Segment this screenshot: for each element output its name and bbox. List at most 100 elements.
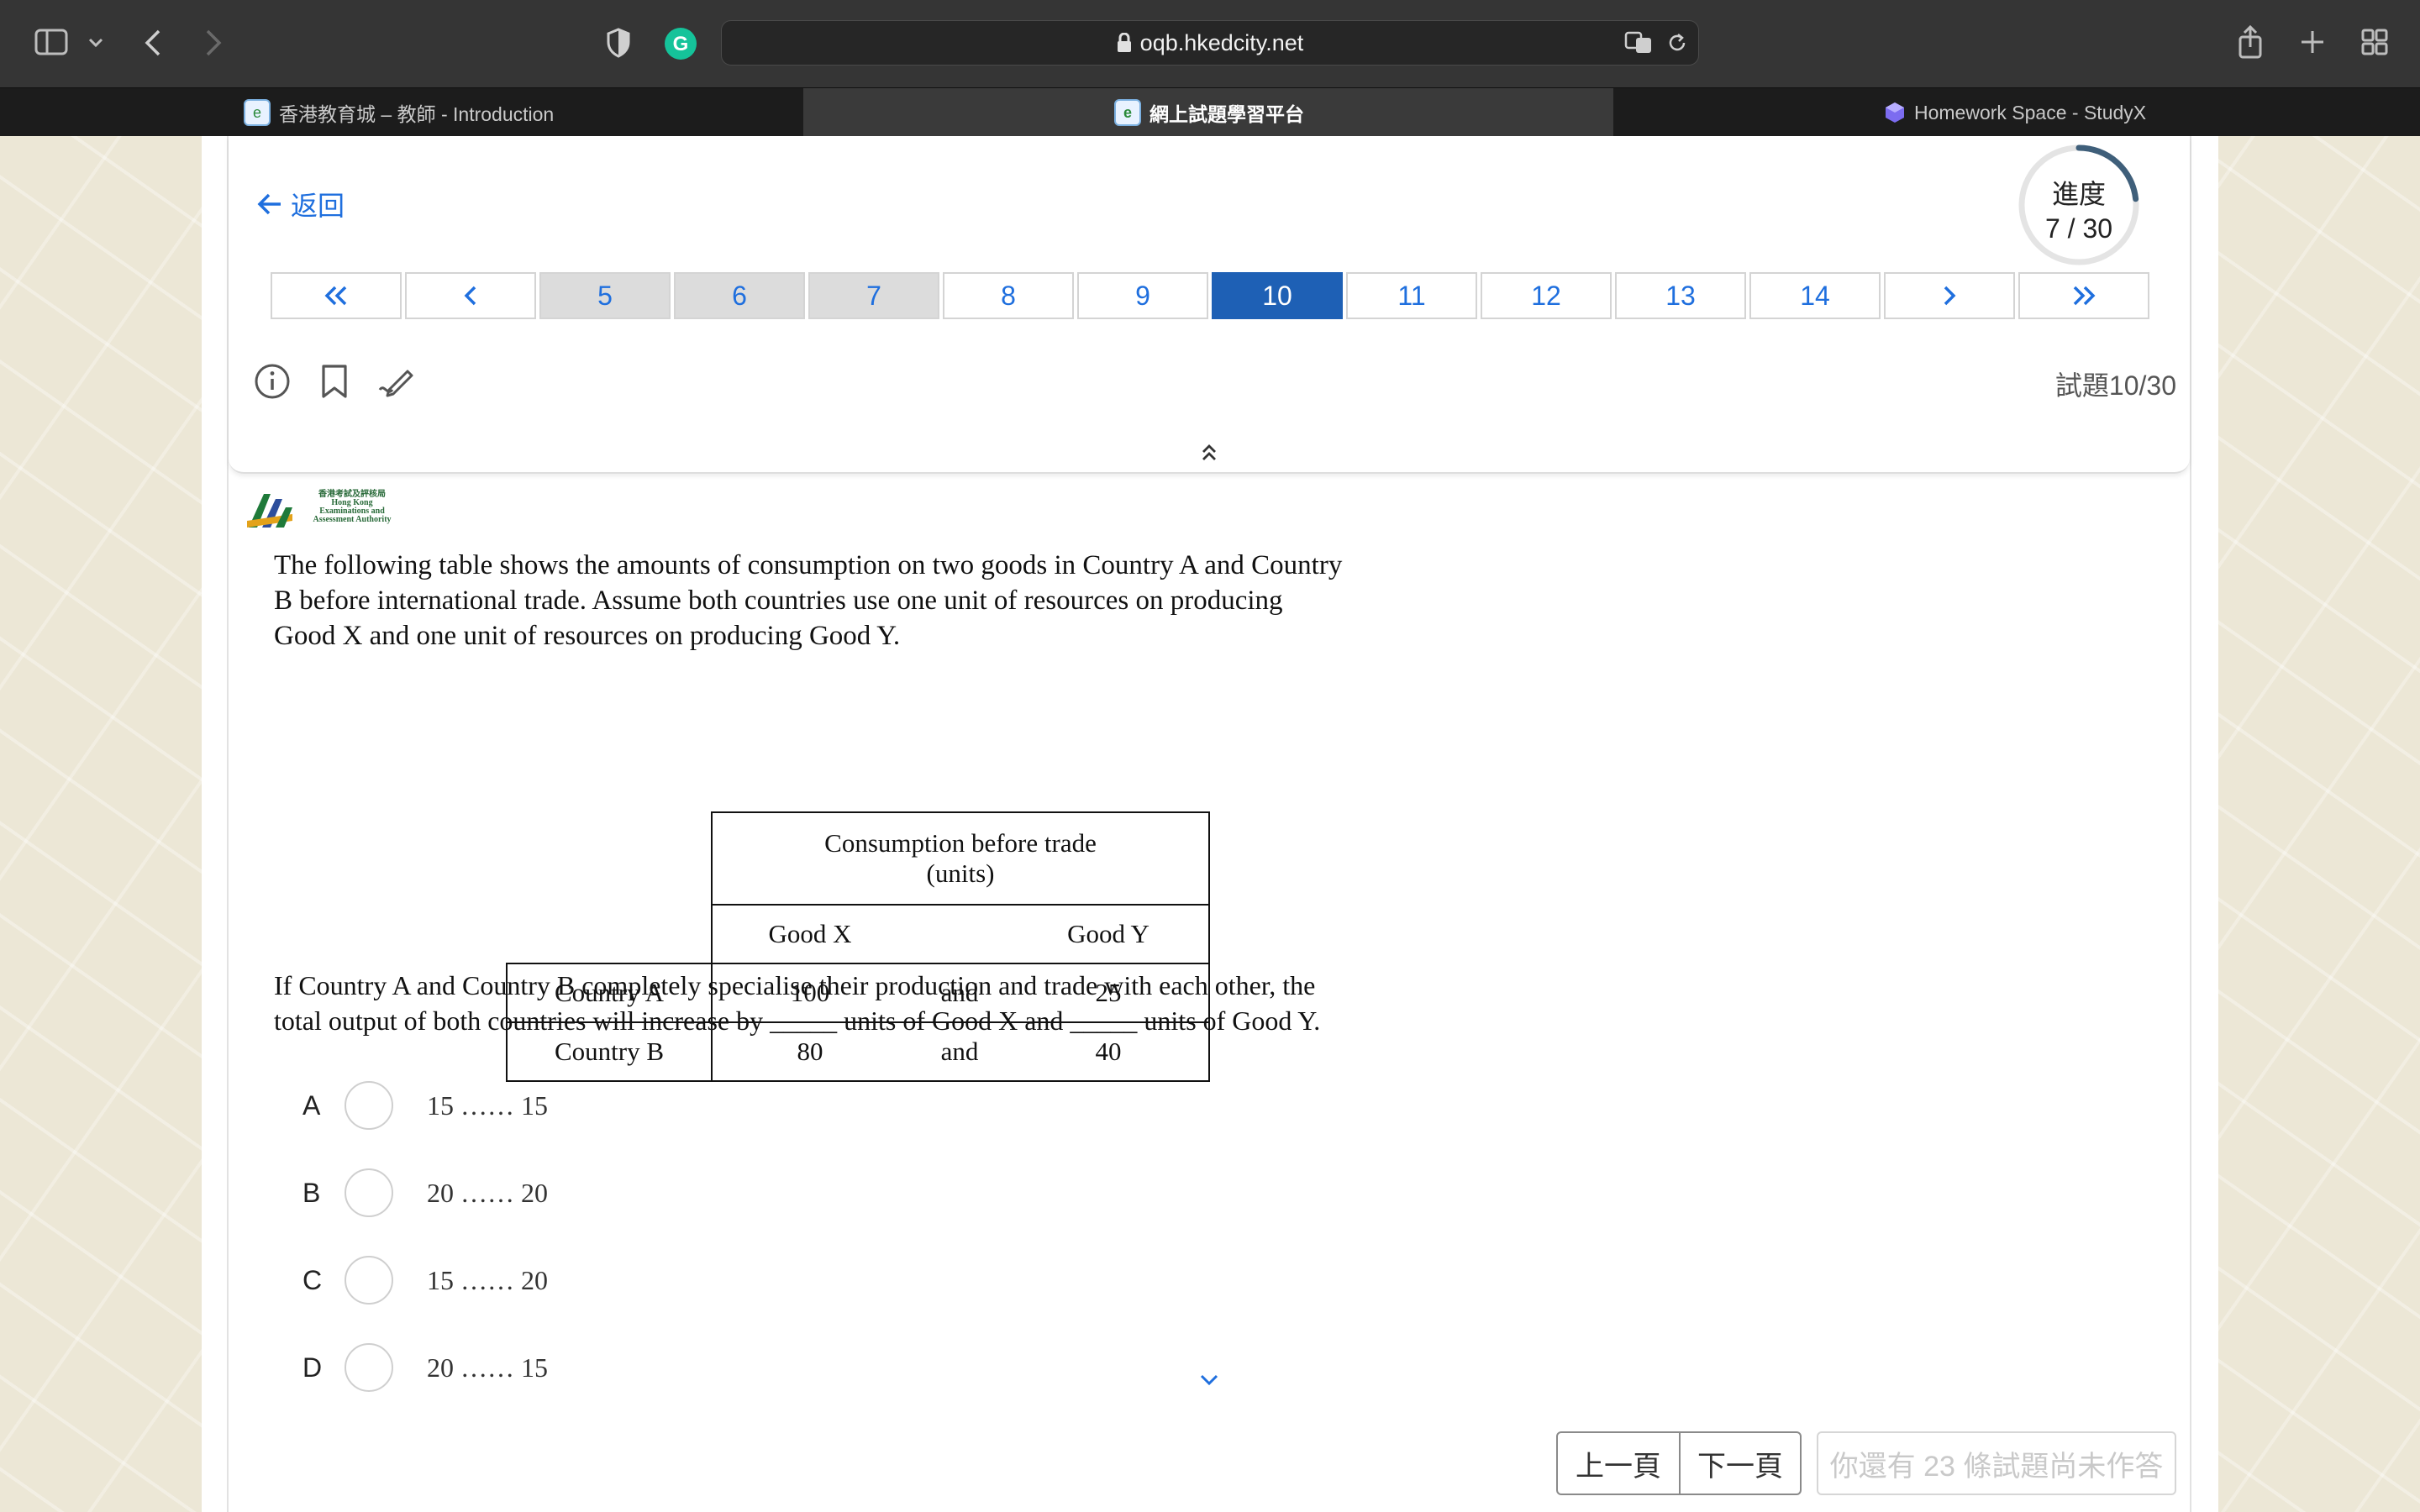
next-page-button[interactable]: 下一頁 (1679, 1431, 1802, 1495)
pager-page-14[interactable]: 14 (1749, 272, 1881, 319)
reload-icon[interactable] (1665, 29, 1690, 56)
page-viewport[interactable]: 返回 進度 7 / 30 5 6 7 8 9 10 11 12 13 14 試題… (0, 136, 2420, 1512)
pager-page-12[interactable]: 12 (1481, 272, 1612, 319)
pager-page-label: 14 (1800, 280, 1830, 311)
pager-first-button[interactable] (271, 272, 402, 319)
scroll-down-chevron-icon[interactable] (1197, 1369, 1222, 1391)
share-icon[interactable] (2233, 22, 2267, 62)
question-intro: The following table shows the amounts of… (274, 548, 1484, 654)
column-good-y: Good Y (1067, 919, 1150, 948)
back-label: 返回 (291, 191, 345, 221)
studyx-favicon-icon (1884, 102, 1906, 123)
pager-last-button[interactable] (2018, 272, 2149, 319)
hkedcity-favicon-icon: e (244, 99, 271, 126)
option-value: 20 …… 15 (427, 1352, 548, 1383)
table-header-title: Consumption before trade (824, 828, 1097, 858)
sidebar-icon[interactable] (32, 25, 71, 59)
tab-hkedcity-teacher[interactable]: e 香港教育城 – 教師 - Introduction (0, 88, 805, 137)
option-value: 15 …… 20 (427, 1264, 548, 1295)
progress-value: 7 / 30 (2044, 213, 2113, 244)
pager-page-10[interactable]: 10 (1212, 272, 1343, 319)
hkeaa-logo: 香港考試及評核局 Hong Kong Examinations and Asse… (245, 489, 439, 539)
option-letter: A (302, 1089, 321, 1121)
forward-icon[interactable] (198, 25, 229, 60)
chevron-right-icon (1944, 286, 1956, 306)
tab-title: 網上試題學習平台 (1150, 103, 1304, 125)
pager-page-11[interactable]: 11 (1346, 272, 1477, 319)
pager-page-label: 13 (1665, 280, 1696, 311)
chevron-down-icon[interactable] (84, 30, 108, 55)
option-b-radio[interactable] (345, 1168, 393, 1217)
pager-page-label: 6 (732, 280, 747, 311)
back-link[interactable]: 返回 (257, 185, 345, 223)
pager-page-label: 11 (1397, 280, 1426, 311)
option-value: 20 …… 20 (427, 1177, 548, 1208)
question-tools (252, 361, 417, 402)
submit-label: 你還有 23 條試題尚未作答 (1829, 1450, 2164, 1483)
question-stem: If Country A and Country B completely sp… (274, 968, 1484, 1038)
quiz-card: 返回 進度 7 / 30 5 6 7 8 9 10 11 12 13 14 試題… (227, 136, 2191, 1512)
prev-page-button[interactable]: 上一頁 (1556, 1431, 1681, 1495)
next-page-label: 下一頁 (1697, 1450, 1783, 1483)
hkedcity-favicon-icon: e (1114, 99, 1141, 126)
tab-title: 香港教育城 – 教師 - Introduction (279, 103, 555, 125)
arrow-left-icon (257, 193, 281, 215)
option-b[interactable]: B 20 …… 20 (302, 1168, 548, 1218)
pager-page-label: 10 (1262, 280, 1292, 311)
option-value: 15 …… 15 (427, 1089, 548, 1121)
pager-page-8[interactable]: 8 (943, 272, 1074, 319)
pager-page-9[interactable]: 9 (1077, 272, 1208, 319)
pager-page-5[interactable]: 5 (539, 272, 671, 319)
info-icon[interactable] (252, 361, 292, 402)
double-chevron-left-icon (324, 286, 347, 306)
pager-page-7[interactable]: 7 (808, 272, 939, 319)
country-label: Country B (554, 1037, 665, 1066)
browser-toolbar: G oqb.hkedcity.net (0, 0, 2420, 87)
pager-prev-button[interactable] (405, 272, 536, 319)
lock-icon (1117, 33, 1131, 52)
pager-page-label: 12 (1531, 280, 1561, 311)
option-a-radio[interactable] (345, 1081, 393, 1130)
table-header-cell: Consumption before trade (units) (711, 811, 1210, 906)
pager-page-label: 7 (866, 280, 881, 311)
option-a[interactable]: A 15 …… 15 (302, 1080, 548, 1131)
new-tab-icon[interactable] (2296, 25, 2329, 59)
pager-page-13[interactable]: 13 (1615, 272, 1746, 319)
question-intro-line: Good X and one unit of resources on prod… (274, 621, 901, 651)
progress-ring: 進度 7 / 30 (2017, 143, 2141, 267)
column-good-x: Good X (768, 919, 852, 948)
pager-page-label: 9 (1135, 280, 1150, 311)
progress-label: 進度 (2051, 179, 2106, 209)
option-c-radio[interactable] (345, 1256, 393, 1305)
address-bar[interactable]: oqb.hkedcity.net (721, 20, 1699, 66)
translate-icon[interactable] (1623, 28, 1656, 58)
svg-text:G: G (673, 33, 689, 55)
grammarly-icon[interactable]: G (662, 25, 699, 62)
pager-next-button[interactable] (1884, 272, 2015, 319)
prev-page-label: 上一頁 (1576, 1450, 1661, 1483)
pager-page-6[interactable]: 6 (674, 272, 805, 319)
url-text: oqb.hkedcity.net (1139, 29, 1304, 55)
chevron-left-icon (464, 286, 476, 306)
tab-title: Homework Space - StudyX (1914, 101, 2147, 123)
option-c[interactable]: C 15 …… 20 (302, 1255, 548, 1305)
tab-oqb-platform[interactable]: e 網上試題學習平台 (805, 88, 1613, 137)
option-letter: B (302, 1177, 321, 1208)
option-letter: D (302, 1352, 323, 1383)
table-header-unit: (units) (926, 858, 995, 888)
bookmark-icon[interactable] (314, 361, 355, 402)
option-d[interactable]: D 20 …… 15 (302, 1342, 548, 1393)
submit-button[interactable]: 你還有 23 條試題尚未作答 (1817, 1431, 2176, 1495)
pager-page-label: 5 (597, 280, 613, 311)
privacy-shield-icon[interactable] (603, 25, 634, 60)
pen-icon[interactable] (376, 361, 417, 402)
tab-overview-icon[interactable] (2358, 25, 2391, 59)
pager-page-label: 8 (1001, 280, 1016, 311)
option-d-radio[interactable] (345, 1343, 393, 1392)
collapse-header-icon[interactable] (1197, 442, 1222, 464)
question-stem-line: total output of both countries will incr… (274, 1005, 1321, 1036)
question-counter: 試題10/30 (2054, 370, 2176, 401)
hkeaa-logo-text: 香港考試及評核局 Hong Kong Examinations and Asse… (297, 491, 407, 524)
back-icon[interactable] (138, 25, 168, 60)
tab-studyx[interactable]: Homework Space - StudyX (1613, 88, 2420, 137)
